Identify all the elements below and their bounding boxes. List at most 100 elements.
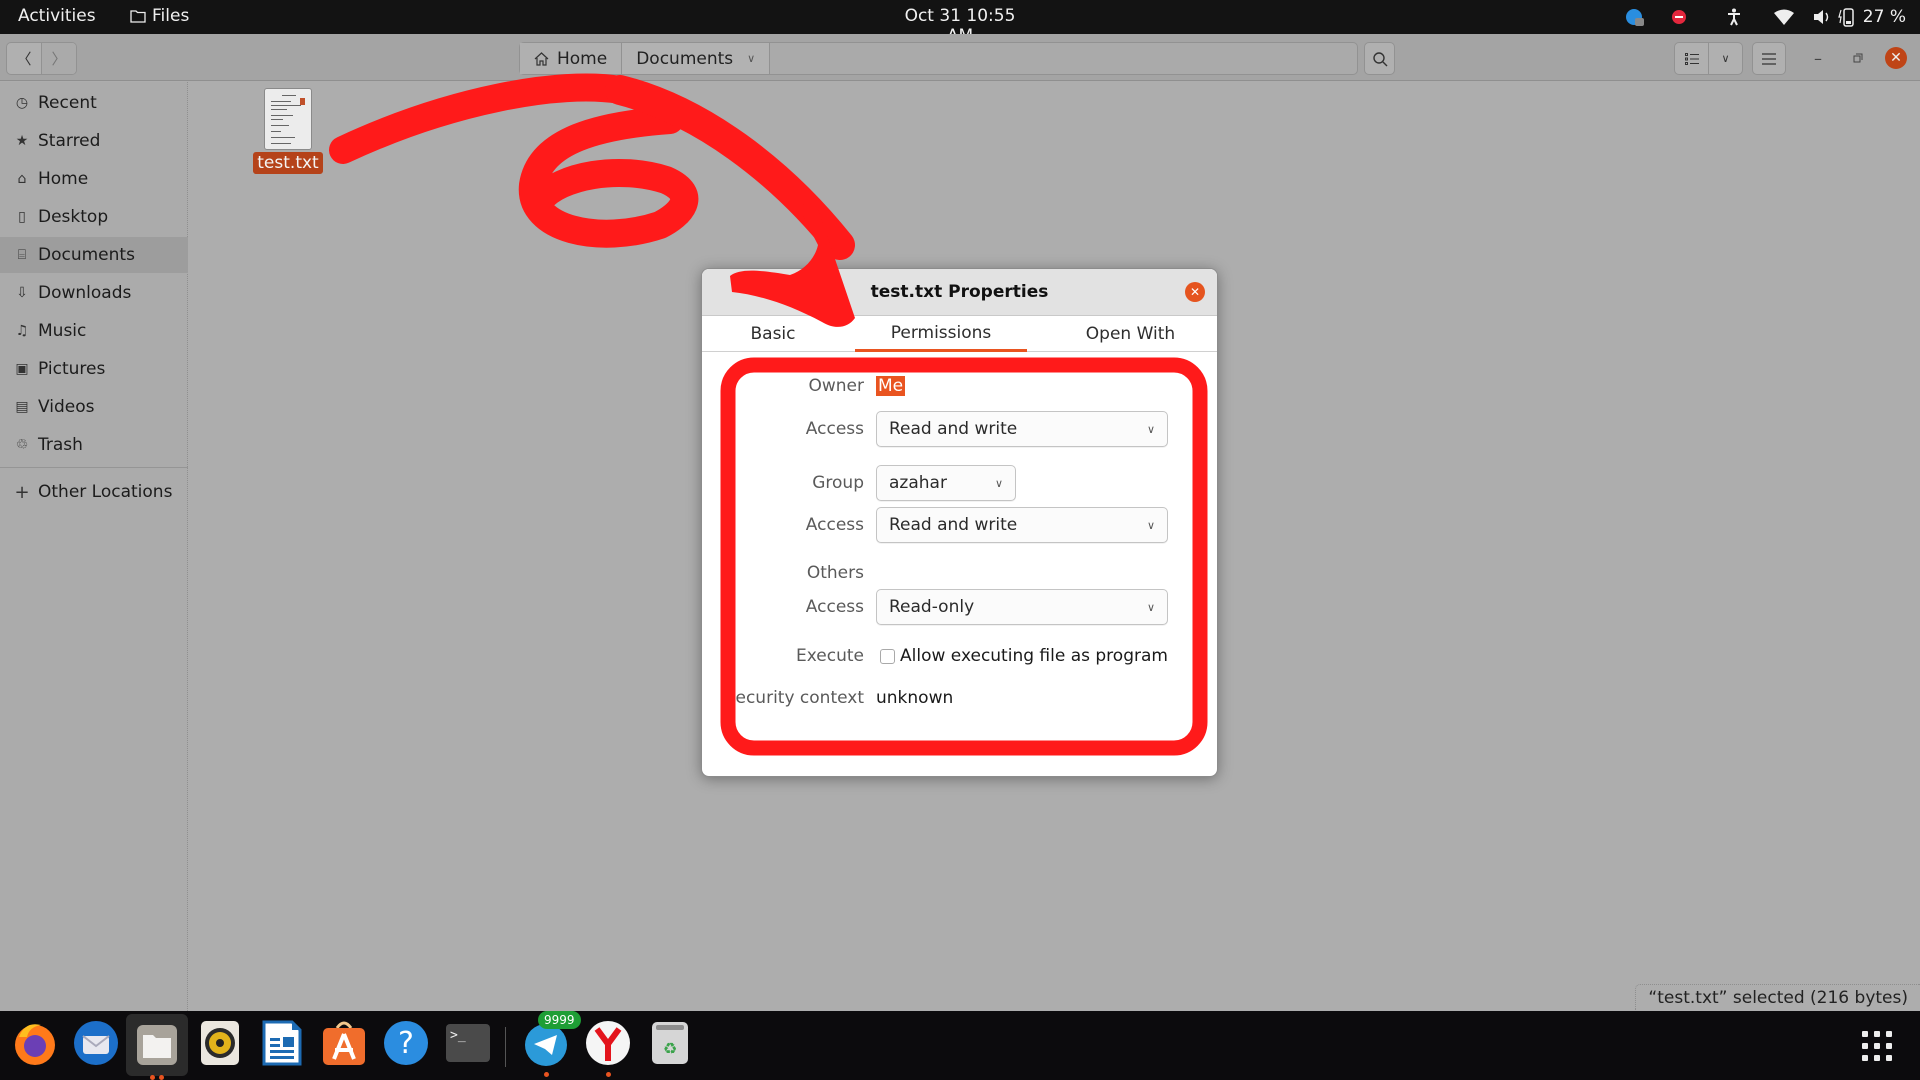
owner-value: Me: [876, 376, 906, 396]
files-icon: [137, 1025, 177, 1065]
close-icon: ✕: [1189, 285, 1201, 299]
others-access-select[interactable]: Read-only ∨: [876, 589, 1168, 625]
back-button[interactable]: 〈: [7, 43, 41, 74]
app-indicator-icon[interactable]: [1619, 9, 1649, 26]
sidebar-item-label: Starred: [38, 131, 101, 151]
sidebar-item-label: Other Locations: [38, 482, 173, 502]
activities-button[interactable]: Activities: [18, 6, 96, 26]
group-access-value: Read and write: [889, 515, 1018, 535]
main-menu-button[interactable]: [1752, 42, 1786, 75]
firefox-icon: [15, 1024, 55, 1065]
dock-app-terminal[interactable]: >_: [442, 1017, 494, 1069]
owner-access-select[interactable]: Read and write ∨: [876, 411, 1168, 447]
maximize-button[interactable]: [1844, 44, 1872, 72]
tab-open-with[interactable]: Open With: [1042, 316, 1217, 352]
group-access-select[interactable]: Read and write ∨: [876, 507, 1168, 543]
yandex-browser-icon: [586, 1021, 630, 1065]
dock-app-trash[interactable]: ♻: [644, 1017, 696, 1069]
top-bar: Activities Files Oct 31 10:55 AM 27 %: [0, 0, 1920, 46]
owner-access-row: Access Read and write ∨: [702, 411, 1217, 447]
svg-text:>_: >_: [450, 1028, 466, 1043]
sidebar-item-documents[interactable]: ⌸ Documents: [0, 237, 188, 273]
show-applications-button[interactable]: [1862, 1031, 1892, 1061]
file-item[interactable]: test.txt: [253, 88, 323, 174]
sidebar-item-home[interactable]: ⌂ Home: [0, 161, 188, 197]
volume-icon[interactable]: [1809, 9, 1835, 25]
notification-badge: 9999: [538, 1011, 581, 1029]
dock-app-software[interactable]: [318, 1017, 370, 1069]
battery-icon[interactable]: [1835, 7, 1859, 27]
dialog-close-button[interactable]: ✕: [1185, 282, 1205, 302]
minimize-button[interactable]: –: [1804, 44, 1832, 72]
sidebar: ◷ Recent ★ Starred ⌂ Home ▯ Desktop ⌸ Do…: [0, 82, 188, 1011]
dock-app-thunderbird[interactable]: [70, 1017, 122, 1069]
sidebar-item-label: Documents: [38, 245, 135, 265]
dock-app-firefox[interactable]: [9, 1017, 61, 1069]
dock-app-yandex[interactable]: [582, 1017, 634, 1077]
dock-app-telegram[interactable]: 9999: [520, 1011, 581, 1077]
chevron-down-icon: ∨: [1721, 52, 1730, 65]
clock-icon: ◷: [15, 95, 29, 111]
security-context-row: Security context unknown: [702, 685, 1217, 711]
trash-bin-icon: ♻: [652, 1022, 688, 1064]
group-access-label: Access: [805, 515, 864, 535]
others-label: Others: [806, 563, 864, 583]
system-tray[interactable]: 27 %: [1619, 4, 1906, 30]
group-label: Group: [812, 473, 864, 493]
forward-button[interactable]: 〉: [41, 43, 76, 74]
security-context-value: unknown: [876, 688, 954, 708]
sidebar-item-music[interactable]: ♫ Music: [0, 313, 188, 349]
accessibility-icon[interactable]: [1709, 8, 1759, 26]
sidebar-item-desktop[interactable]: ▯ Desktop: [0, 199, 188, 235]
sidebar-item-starred[interactable]: ★ Starred: [0, 123, 188, 159]
document-icon: ⌸: [17, 247, 27, 263]
sidebar-item-pictures[interactable]: ▣ Pictures: [0, 351, 188, 387]
sidebar-item-downloads[interactable]: ⇩ Downloads: [0, 275, 188, 311]
tab-label: Basic: [750, 324, 796, 344]
breadcrumb-documents[interactable]: Documents ∨: [622, 43, 771, 74]
trash-icon: ♲: [15, 437, 29, 453]
sidebar-item-videos[interactable]: ▤ Videos: [0, 389, 188, 425]
dock-app-files[interactable]: [126, 1014, 188, 1080]
execute-checkbox-label[interactable]: Allow executing file as program: [900, 646, 1168, 666]
execute-checkbox[interactable]: [880, 648, 895, 664]
list-view-icon: [1684, 52, 1699, 65]
chevron-down-icon: ∨: [1146, 518, 1155, 532]
tab-basic[interactable]: Basic: [702, 316, 844, 352]
home-icon: [534, 51, 549, 66]
dock-app-help[interactable]: ?: [380, 1017, 432, 1069]
view-dropdown-button[interactable]: ∨: [1708, 43, 1742, 74]
dock-app-writer[interactable]: [256, 1017, 308, 1069]
chevron-down-icon: ∨: [1146, 422, 1155, 436]
execute-checkbox-control[interactable]: Allow executing file as program: [880, 646, 1168, 666]
list-view-button[interactable]: [1675, 43, 1708, 74]
do-not-disturb-icon[interactable]: [1649, 10, 1709, 24]
tab-label: Permissions: [890, 322, 992, 343]
sidebar-item-recent[interactable]: ◷ Recent: [0, 85, 188, 121]
dialog-tabs: Basic Permissions Open With: [702, 316, 1217, 352]
app-name: Files: [152, 6, 190, 26]
chevron-down-icon: ∨: [1146, 600, 1155, 614]
sidebar-divider: [0, 467, 188, 468]
music-icon: ♫: [15, 323, 29, 339]
dock-app-rhythmbox[interactable]: [194, 1017, 246, 1069]
sidebar-item-label: Music: [38, 321, 87, 341]
search-button[interactable]: [1364, 42, 1395, 75]
chevron-right-icon: 〉: [51, 50, 67, 68]
videos-icon: ▤: [15, 399, 29, 415]
app-menu[interactable]: Files: [130, 6, 189, 26]
file-name: test.txt: [253, 152, 323, 174]
search-icon: [1372, 51, 1387, 66]
chevron-down-icon: ∨: [747, 52, 756, 65]
sidebar-item-trash[interactable]: ♲ Trash: [0, 427, 188, 463]
group-select[interactable]: azahar ∨: [876, 465, 1016, 501]
breadcrumb-label: Home: [557, 48, 608, 69]
security-context-label: Security context: [724, 688, 864, 708]
close-window-button[interactable]: ✕: [1885, 47, 1907, 69]
breadcrumb-home[interactable]: Home: [520, 43, 623, 74]
tab-permissions[interactable]: Permissions: [855, 316, 1027, 352]
properties-dialog: test.txt Properties ✕ Basic Permissions …: [701, 268, 1218, 777]
sidebar-item-other-locations[interactable]: + Other Locations: [0, 474, 188, 510]
wifi-icon[interactable]: [1759, 9, 1809, 25]
sidebar-item-label: Desktop: [38, 207, 109, 227]
